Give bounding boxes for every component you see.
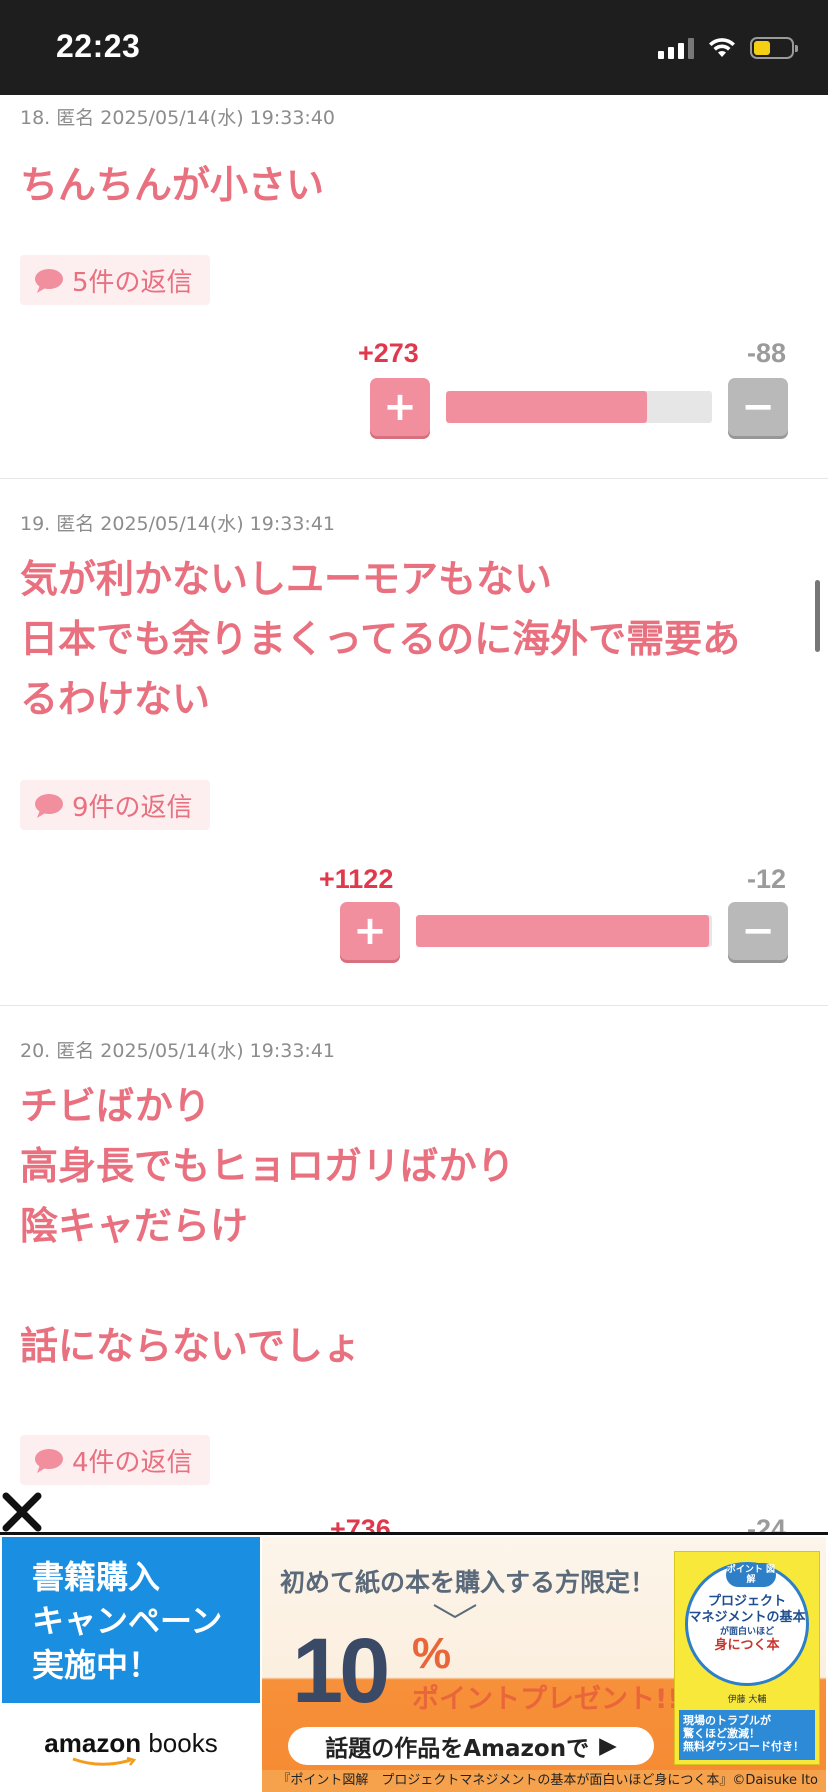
play-arrow-icon: ▶ — [599, 1733, 617, 1759]
comment-item: 20. 匿名 2025/05/14(水) 19:33:41 チビばかり 高身長で… — [0, 1006, 828, 1606]
ad-right-panel[interactable]: 初めて紙の本を購入する方限定！ 10 % ポイントプレゼント!! 話題の作品をA… — [262, 1537, 826, 1792]
ad-banner[interactable]: 書籍購入 キャンペーン 実施中！ amazon books 初めて紙の本を購入す… — [0, 1532, 828, 1792]
vote-ratio-bar — [446, 391, 712, 423]
minus-vote-button[interactable]: − — [728, 902, 788, 960]
vote-ratio-fill — [416, 915, 709, 947]
vote-ratio-fill — [446, 391, 648, 423]
vote-ratio-bar — [416, 915, 712, 947]
plus-vote-count: +273 — [358, 338, 419, 368]
plus-vote-button[interactable]: + — [370, 378, 430, 436]
amazon-word: amazon — [44, 1728, 142, 1758]
scrollbar-thumb[interactable] — [815, 580, 820, 652]
amazon-smile-icon — [72, 1757, 137, 1766]
replies-label: 4件の返信 — [72, 1447, 193, 1478]
plus-vote-button[interactable]: + — [340, 902, 400, 960]
plus-vote-count: +1122 — [319, 864, 394, 894]
wifi-icon — [709, 38, 735, 57]
book-blurb: 現場のトラブルが 驚くほど激減！ 無料ダウンロード付き！ — [679, 1710, 815, 1760]
status-icons — [658, 34, 798, 62]
ad-discount-number: 10 — [292, 1620, 390, 1722]
status-time: 22:23 — [56, 28, 141, 64]
comment-item: 18. 匿名 2025/05/14(水) 19:33:40 ちんちんが小さい 5… — [0, 95, 828, 479]
speech-bubble-icon — [34, 268, 64, 293]
ad-cta-button[interactable]: 話題の作品をAmazonで ▶ — [288, 1727, 654, 1765]
chevron-down-icon — [433, 1604, 477, 1619]
speech-bubble-icon — [34, 1448, 64, 1473]
cellular-signal-icon — [658, 37, 694, 59]
ad-cta-label: 話題の作品をAmazonで — [325, 1736, 590, 1762]
ad-percent-sign: % — [412, 1629, 452, 1678]
replies-label: 5件の返信 — [72, 267, 193, 298]
replies-button[interactable]: 5件の返信 — [20, 255, 210, 305]
comment-text: 気が利かないしユーモアもない 日本でも余りまくってるのに海外で需要あ るわけない — [20, 557, 741, 721]
book-cover: ポイント 図解 プロジェクト マネジメントの基本 が面白いほど 身につく本 伊藤… — [674, 1551, 820, 1765]
close-icon — [2, 1492, 42, 1532]
replies-label: 9件の返信 — [72, 792, 193, 823]
speech-bubble-icon — [34, 793, 64, 818]
ad-caption: 『ポイント図解 プロジェクトマネジメントの基本が面白いほど身につく本』©Dais… — [262, 1770, 826, 1792]
ad-point-text: ポイントプレゼント!! — [412, 1684, 680, 1715]
ad-left-panel[interactable]: 書籍購入 キャンペーン 実施中！ amazon books — [2, 1537, 260, 1792]
amazon-books-logo: amazon books — [2, 1703, 260, 1792]
status-bar: 22:23 — [0, 0, 828, 95]
ad-campaign-text: 書籍購入 キャンペーン 実施中！ — [2, 1537, 260, 1703]
books-word: books — [148, 1728, 218, 1758]
minus-vote-button[interactable]: − — [728, 378, 788, 436]
book-title-circle: ポイント 図解 プロジェクト マネジメントの基本 が面白いほど 身につく本 — [685, 1562, 809, 1686]
ad-headline: 初めて紙の本を購入する方限定！ — [280, 1568, 656, 1597]
book-title-2: が面白いほど — [719, 1627, 774, 1637]
book-title-1: プロジェクト マネジメントの基本 — [688, 1594, 806, 1625]
comment-item: 19. 匿名 2025/05/14(水) 19:33:41 気が利かないしユーモ… — [0, 479, 828, 1006]
comment-meta: 19. 匿名 2025/05/14(水) 19:33:41 — [20, 513, 336, 535]
comment-meta: 18. 匿名 2025/05/14(水) 19:33:40 — [20, 107, 336, 129]
comment-text: ちんちんが小さい — [20, 163, 325, 207]
comment-text: チビばかり 高身長でもヒョロガリばかり 陰キャだらけ 話にならないでしょ — [20, 1084, 515, 1368]
replies-button[interactable]: 4件の返信 — [20, 1435, 210, 1485]
comment-meta: 20. 匿名 2025/05/14(水) 19:33:41 — [20, 1040, 336, 1062]
battery-icon — [750, 37, 798, 59]
replies-button[interactable]: 9件の返信 — [20, 780, 210, 830]
ad-close-button[interactable] — [0, 1490, 44, 1534]
comment-feed: 18. 匿名 2025/05/14(水) 19:33:40 ちんちんが小さい 5… — [0, 95, 828, 1606]
minus-vote-count: -88 — [746, 338, 786, 368]
minus-vote-count: -12 — [746, 864, 786, 894]
book-author: 伊藤 大輔 — [727, 1695, 767, 1705]
book-badge: ポイント 図解 — [726, 1563, 776, 1587]
book-title-3: 身につく本 — [714, 1638, 780, 1653]
